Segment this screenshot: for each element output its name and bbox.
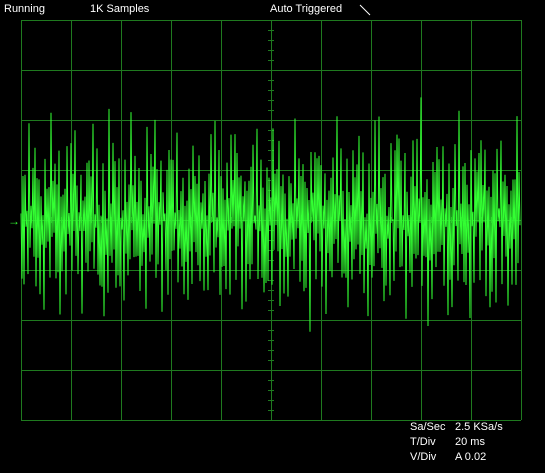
volt-div-label: V/Div — [410, 451, 437, 463]
time-div-label: T/Div — [410, 436, 436, 448]
sample-rate-label: Sa/Sec — [410, 421, 446, 433]
sample-rate-value: 2.5 KSa/s — [455, 421, 503, 433]
sample-rate-readout: Sa/Sec 2.5 KSa/s — [410, 420, 503, 434]
volt-div-value: A 0.02 — [455, 451, 487, 463]
time-div-readout: T/Div 20 ms — [410, 435, 485, 449]
run-state-label: Running — [4, 3, 45, 15]
volt-div-readout: V/Div A 0.02 — [410, 450, 486, 464]
trigger-mode-label: Auto Triggered — [270, 3, 343, 15]
oscilloscope-screen: → — [8, 20, 522, 421]
channel-a-marker-icon: → — [8, 214, 20, 228]
time-div-value: 20 ms — [455, 436, 485, 448]
falling-edge-icon — [359, 4, 371, 16]
channel-a-trace — [20, 97, 521, 332]
sample-count-label: 1K Samples — [90, 3, 150, 15]
